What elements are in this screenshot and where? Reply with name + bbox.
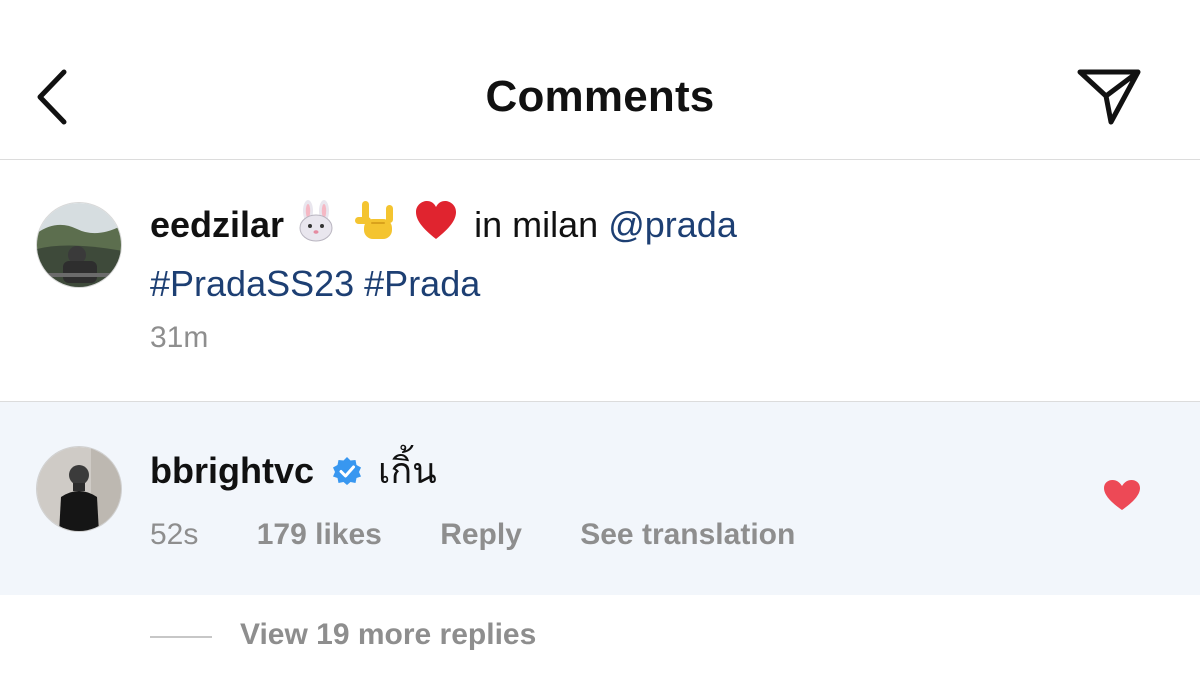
paper-plane-icon: [1077, 69, 1141, 125]
caption-body: in milan: [474, 204, 599, 245]
post-caption: eedzilar in milan @prada #PradaSS23 #Pra…: [0, 160, 1200, 401]
comment-timestamp: 52s: [150, 518, 199, 551]
avatar[interactable]: [36, 446, 122, 532]
mention-link[interactable]: @prada: [608, 204, 737, 245]
love-you-gesture-icon: [354, 199, 398, 257]
comment-body: เกิ้น: [378, 450, 437, 491]
hashtag-links[interactable]: #PradaSS23 #Prada: [150, 263, 480, 304]
caption-timestamp: 31m: [150, 321, 209, 354]
share-button[interactable]: [1070, 62, 1150, 132]
caption-text: eedzilar in milan @prada #PradaSS23 #Pra…: [150, 198, 1150, 310]
reply-button[interactable]: Reply: [440, 518, 522, 551]
verified-badge-icon: [332, 451, 362, 497]
likes-count[interactable]: 179 likes: [257, 518, 382, 551]
caption-username[interactable]: eedzilar: [150, 204, 284, 245]
heart-icon: [1104, 480, 1140, 510]
see-translation-button[interactable]: See translation: [580, 518, 795, 551]
comment-meta: 52s 179 likes Reply See translation: [150, 518, 845, 552]
page-title: Comments: [485, 72, 715, 121]
view-more-replies-label[interactable]: View 19 more replies: [240, 618, 536, 652]
comment-row: bbrightvc เกิ้น 52s 179 likes Reply See …: [0, 401, 1200, 595]
rabbit-face-icon: [294, 199, 338, 257]
like-button[interactable]: [1102, 478, 1142, 512]
top-bar: Comments: [0, 0, 1200, 160]
red-heart-icon: [414, 199, 458, 257]
comment-username[interactable]: bbrightvc: [150, 450, 314, 491]
replies-divider: [150, 636, 212, 638]
comment-text-line: bbrightvc เกิ้น: [150, 448, 437, 497]
avatar[interactable]: [36, 202, 122, 288]
